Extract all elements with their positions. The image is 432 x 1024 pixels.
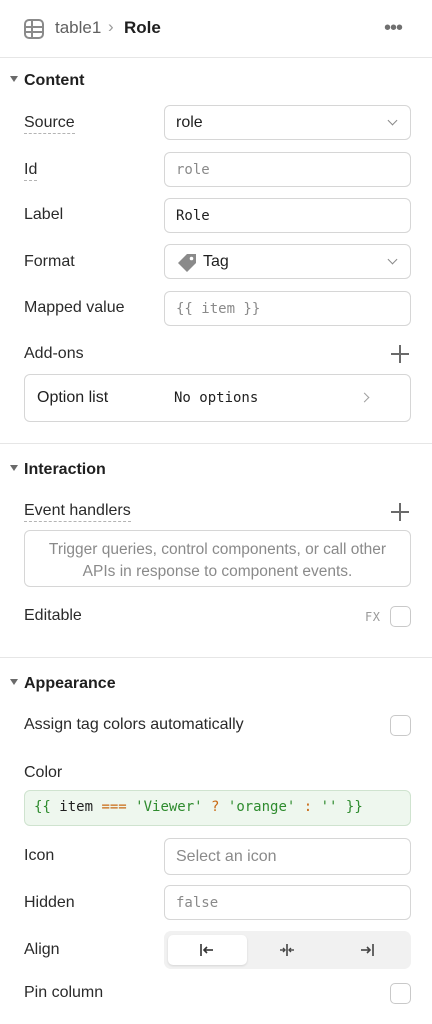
collapse-caret-icon <box>10 678 18 685</box>
section-content-header[interactable]: Content <box>10 72 84 90</box>
assign-colors-label: Assign tag colors automatically <box>24 716 244 733</box>
collapse-caret-icon <box>10 464 18 471</box>
label-input[interactable]: Role <box>164 198 411 233</box>
pin-column-label: Pin column <box>24 984 104 1001</box>
align-left-option[interactable] <box>168 935 247 965</box>
fx-toggle[interactable]: FX <box>365 610 380 624</box>
add-event-handler-plus-icon[interactable] <box>391 503 409 521</box>
color-code-input[interactable]: {{ item === 'Viewer' ? 'orange' : '' }} <box>24 790 411 826</box>
editable-label: Editable <box>24 607 82 624</box>
option-list-title: Option list <box>37 389 109 406</box>
assign-colors-checkbox[interactable] <box>390 715 411 736</box>
align-left-icon <box>200 944 213 956</box>
source-select[interactable]: role <box>164 105 411 140</box>
code-token: 'Viewer' <box>126 799 212 815</box>
chevron-right-icon <box>359 392 370 403</box>
align-center-icon <box>280 944 294 956</box>
chevron-down-icon <box>387 115 398 126</box>
label-label: Label <box>24 206 64 223</box>
align-right-icon <box>361 944 374 956</box>
icon-label: Icon <box>24 847 55 864</box>
breadcrumb-current: Role <box>124 18 161 37</box>
pin-column-checkbox[interactable] <box>390 983 411 1004</box>
source-value: role <box>176 114 203 131</box>
breadcrumb-separator-icon: › <box>108 17 114 36</box>
align-label: Align <box>24 941 60 958</box>
event-handlers-label: Event handlers <box>24 502 131 522</box>
code-token: item <box>50 799 102 815</box>
color-label: Color <box>24 764 63 781</box>
section-title: Content <box>24 72 85 89</box>
align-center-option[interactable] <box>248 935 327 965</box>
hidden-input[interactable]: false <box>164 885 411 920</box>
inspector-header: table1 › Role ••• <box>0 0 432 58</box>
section-appearance-header[interactable]: Appearance <box>10 675 116 693</box>
section-title: Interaction <box>24 461 106 478</box>
id-placeholder: role <box>176 162 210 178</box>
table-icon <box>24 19 44 39</box>
tag-icon <box>178 254 196 272</box>
code-token: === <box>101 799 127 815</box>
breadcrumb-parent[interactable]: table1 <box>55 18 101 38</box>
align-segmented-control <box>164 931 411 969</box>
addons-label: Add-ons <box>24 345 84 362</box>
more-horizontal-icon[interactable]: ••• <box>384 18 408 38</box>
format-label: Format <box>24 253 75 270</box>
code-token: {{ <box>34 799 51 815</box>
event-handlers-empty-state: Trigger queries, control components, or … <box>24 530 411 587</box>
option-list-card[interactable]: Option list No options <box>24 374 411 422</box>
hidden-label: Hidden <box>24 894 75 911</box>
format-select[interactable]: Tag <box>164 244 411 279</box>
section-divider <box>0 443 432 444</box>
format-value: Tag <box>203 253 229 270</box>
collapse-caret-icon <box>10 75 18 82</box>
code-token: 'orange' <box>219 799 304 815</box>
code-token: '' <box>312 799 346 815</box>
source-label: Source <box>24 114 75 134</box>
icon-placeholder: Select an icon <box>176 848 277 865</box>
code-token: : <box>303 799 313 815</box>
mapped-value-placeholder: {{ item }} <box>176 301 261 317</box>
icon-select[interactable]: Select an icon <box>164 838 411 875</box>
align-right-option[interactable] <box>328 935 407 965</box>
id-label: Id <box>24 161 38 181</box>
section-interaction-header[interactable]: Interaction <box>10 461 106 479</box>
section-divider <box>0 657 432 658</box>
mapped-value-input[interactable]: {{ item }} <box>164 291 411 326</box>
editable-checkbox[interactable] <box>390 606 411 627</box>
section-title: Appearance <box>24 675 116 692</box>
mapped-value-label: Mapped value <box>24 299 125 316</box>
add-addon-plus-icon[interactable] <box>391 345 409 363</box>
code-token: }} <box>345 799 363 815</box>
id-input[interactable]: role <box>164 152 411 187</box>
option-list-value: No options <box>174 390 259 406</box>
hidden-placeholder: false <box>176 895 219 911</box>
chevron-down-icon <box>387 254 398 265</box>
label-value: Role <box>176 208 210 224</box>
